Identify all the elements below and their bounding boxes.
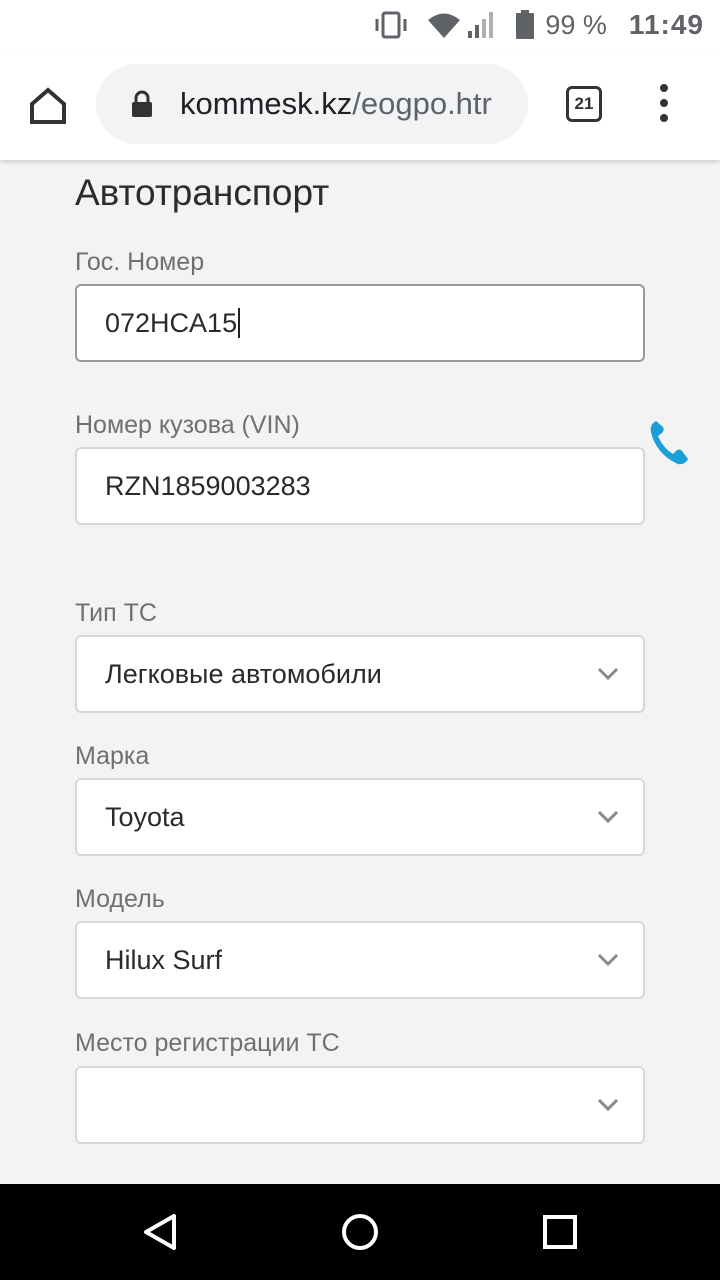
text-caret [238,308,241,338]
model-value: Hilux Surf [105,944,223,975]
home-circle-icon [342,1214,378,1250]
url-path: /eogpo.htr [352,86,492,121]
chevron-down-icon [597,667,619,681]
wifi-icon [427,11,461,39]
tab-switcher-button[interactable]: 21 [566,86,602,122]
page-content: Автотранспорт Гос. Номер 072HCA15 Номер … [0,160,720,1184]
screen: 99 % 11:49 kommesk.kz/eogpo.htr 21 Автот… [0,0,720,1280]
home-nav-button[interactable] [340,1212,380,1252]
vehicle-type-select[interactable]: Легковые автомобили [75,635,645,713]
make-select[interactable]: Toyota [75,778,645,856]
home-icon [30,87,66,124]
home-button[interactable] [26,84,70,128]
url-text: kommesk.kz/eogpo.htr [180,86,492,122]
clock: 11:49 [628,9,704,40]
vin-value: RZN1859003283 [105,470,311,501]
plate-number-input[interactable]: 072HCA15 [75,284,645,362]
model-label: Модель [75,885,165,913]
tab-count: 21 [574,94,594,113]
model-select[interactable]: Hilux Surf [75,921,645,999]
chevron-down-icon [597,1098,619,1112]
back-button[interactable] [140,1212,180,1252]
more-vert-icon [654,84,674,122]
phone-icon [650,421,688,465]
recents-button[interactable] [540,1212,580,1252]
vin-label: Номер кузова (VIN) [75,411,300,439]
chevron-down-icon [597,810,619,824]
vibrate-icon [373,11,409,39]
make-value: Toyota [105,801,185,832]
battery-icon [515,10,535,40]
vin-input[interactable]: RZN1859003283 [75,447,645,525]
registration-place-select[interactable] [75,1066,645,1144]
overflow-menu-button[interactable] [654,84,674,128]
vehicle-type-label: Тип ТС [75,599,157,627]
section-title: Автотранспорт [75,172,330,213]
battery-percent: 99 % [545,9,607,40]
make-label: Марка [75,742,150,770]
registration-place-label: Место регистрации ТС [75,1029,340,1057]
plate-number-label: Гос. Номер [75,248,205,276]
system-nav-bar [0,1184,720,1280]
plate-number-value: 072HCA15 [105,307,238,338]
url-domain: kommesk.kz [180,86,353,121]
chevron-down-icon [597,953,619,967]
lock-icon [132,90,152,117]
vehicle-type-value: Легковые автомобили [105,658,382,689]
back-triangle-icon [144,1214,176,1250]
browser-toolbar: kommesk.kz/eogpo.htr 21 [0,50,720,160]
address-bar[interactable]: kommesk.kz/eogpo.htr [96,64,528,144]
signal-icon [467,11,497,39]
recents-square-icon [543,1215,577,1249]
call-button[interactable] [648,418,690,466]
status-bar: 99 % 11:49 [0,0,720,50]
